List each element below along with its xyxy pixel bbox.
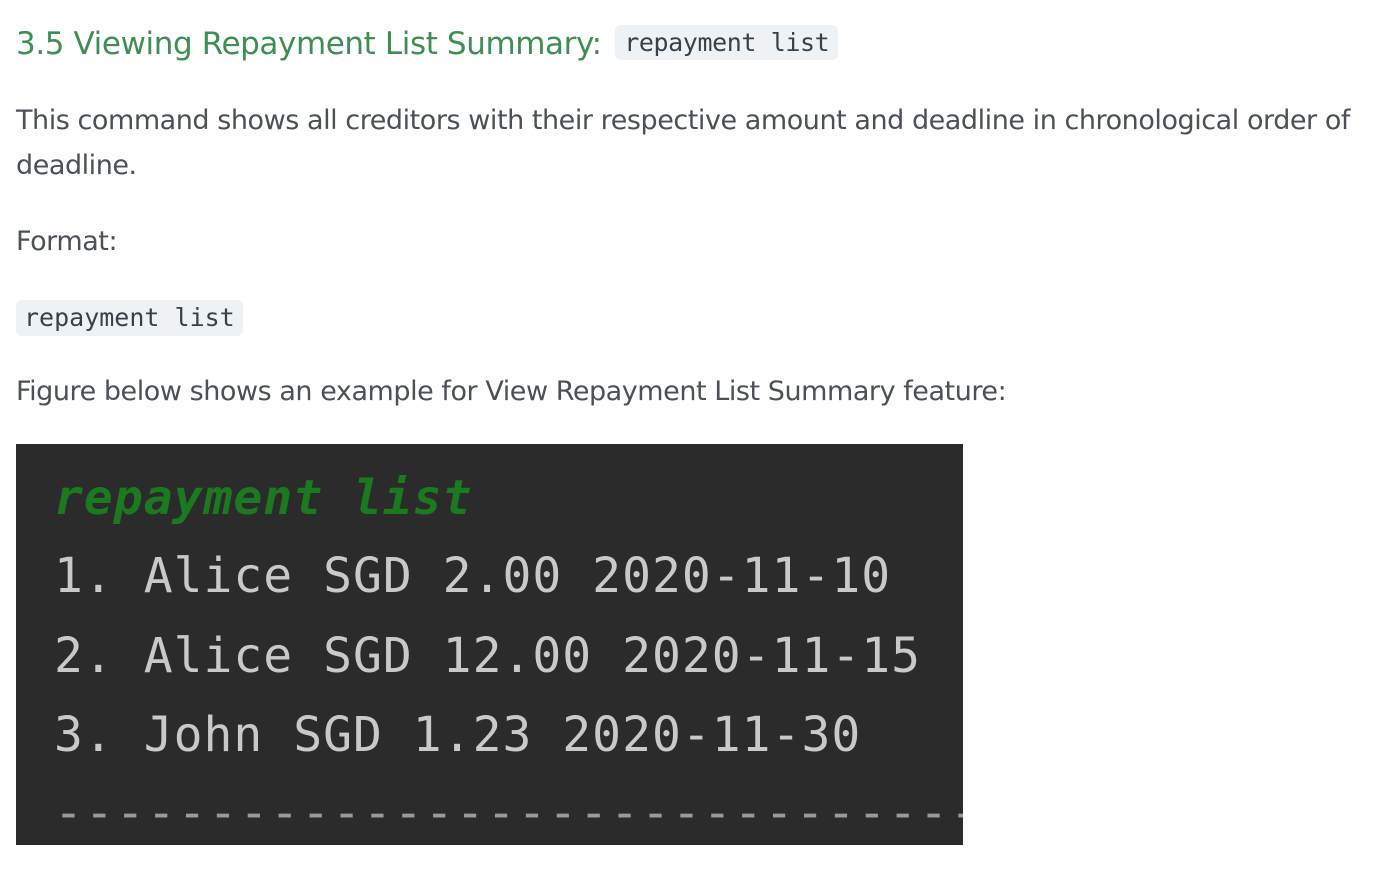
terminal-output-row: 3. John SGD 1.23 2020-11-30 bbox=[54, 707, 862, 763]
terminal-separator: ----------------------------------------… bbox=[54, 785, 963, 841]
format-label: Format: bbox=[16, 226, 118, 257]
command-description: This command shows all creditors with th… bbox=[16, 105, 1350, 181]
terminal-command: repayment list bbox=[54, 470, 473, 526]
terminal-output-row: 2. Alice SGD 12.00 2020-11-15 bbox=[54, 628, 922, 684]
section-heading-text: 3.5 Viewing Repayment List Summary: bbox=[16, 26, 602, 62]
terminal-output-row: 1. Alice SGD 2.00 2020-11-10 bbox=[54, 548, 892, 604]
figure-caption: Figure below shows an example for View R… bbox=[16, 376, 1007, 407]
heading-inline-code: repayment list bbox=[615, 25, 839, 60]
section-heading: 3.5 Viewing Repayment List Summary: repa… bbox=[16, 20, 839, 67]
format-code: repayment list bbox=[16, 300, 243, 336]
